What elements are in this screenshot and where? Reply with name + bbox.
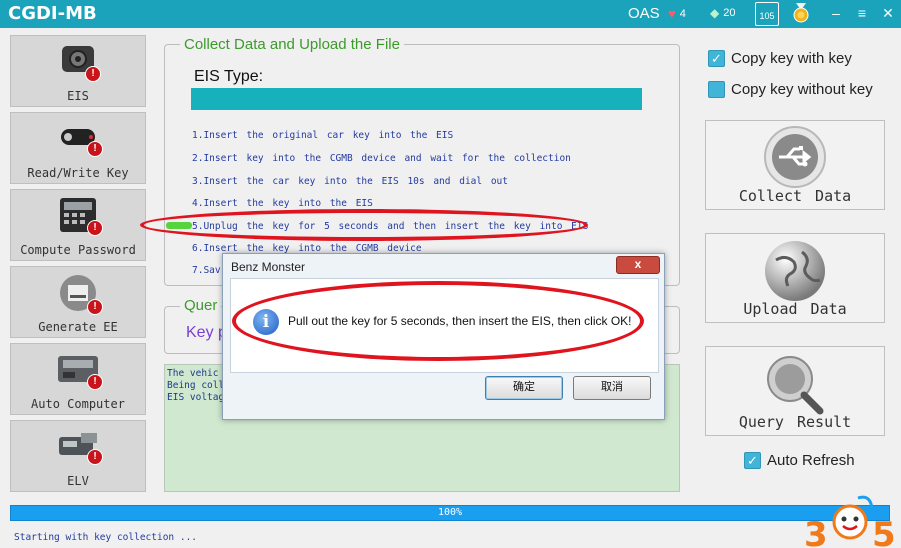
highlight-oval xyxy=(140,209,588,241)
oas-label[interactable]: OAS xyxy=(628,5,660,22)
status-text: Starting with key collection ... xyxy=(14,532,198,543)
query-result-button[interactable]: Query Result xyxy=(705,346,885,436)
sidebar-item-generate-ee[interactable]: ! Generate EE xyxy=(10,266,146,338)
checkbox-label: Copy key with key xyxy=(731,50,852,67)
checkbox-label: Copy key without key xyxy=(731,81,873,98)
minimize-button[interactable]: – xyxy=(826,3,846,23)
diamonds-count: 20 xyxy=(723,7,736,19)
copy-without-key-checkbox[interactable]: Copy key without key xyxy=(708,81,873,98)
auto-refresh-checkbox[interactable]: ✓ Auto Refresh xyxy=(744,452,855,469)
usb-icon xyxy=(764,126,826,188)
app-title: CGDI-MB xyxy=(8,3,97,24)
query-group-title: Quer xyxy=(180,297,222,314)
sidebar-item-elv[interactable]: ! ELV xyxy=(10,420,146,492)
collect-group-title: Collect Data and Upload the File xyxy=(180,36,404,53)
eis-type-field xyxy=(191,88,642,110)
diamond-icon: ◆ xyxy=(710,6,720,20)
copy-with-key-checkbox[interactable]: ✓ Copy key with key xyxy=(708,50,852,67)
globe-icon xyxy=(765,241,825,301)
sidebar-item-label: ELV xyxy=(67,474,89,488)
checkbox-label: Auto Refresh xyxy=(767,452,855,469)
dialog-close-button[interactable]: x xyxy=(616,256,660,274)
warning-icon: ! xyxy=(87,299,103,315)
watermark-logo: 3 5 xyxy=(804,495,896,548)
progress-bar: 100% xyxy=(10,505,890,521)
diamonds-counter: ◆ 20 xyxy=(710,6,735,20)
step-item: 1.Insert the original car key into the E… xyxy=(192,130,454,141)
warning-icon: ! xyxy=(85,66,101,82)
checkmark-icon: ✓ xyxy=(744,452,761,469)
sidebar-item-compute-password[interactable]: ! Compute Password xyxy=(10,189,146,261)
warning-icon: ! xyxy=(87,220,103,236)
magnifier-globe-icon xyxy=(767,356,824,415)
calendar-icon[interactable]: 105 xyxy=(755,2,779,26)
step-item: 2.Insert key into the CGMB device and wa… xyxy=(192,153,571,164)
warning-icon: ! xyxy=(87,449,103,465)
key-password-label: Key p xyxy=(186,324,227,341)
ok-button[interactable]: 确定 xyxy=(485,376,563,400)
query-result-label: Query Result xyxy=(738,413,852,431)
warning-icon: ! xyxy=(87,141,103,157)
heart-icon: ♥ xyxy=(668,6,676,21)
dialog-title: Benz Monster xyxy=(231,260,306,274)
sidebar-item-label: Read/Write Key xyxy=(27,166,129,180)
sidebar-item-label: Compute Password xyxy=(20,243,136,257)
step-item: 7.Sav xyxy=(192,265,221,276)
watermark-text: 3 xyxy=(804,515,828,548)
title-bar: CGDI-MB OAS ♥ 4 ◆ 20 105 – ≡ ✕ xyxy=(0,0,901,28)
hearts-count: 4 xyxy=(679,7,686,20)
step-item: 3.Insert the car key into the EIS 10s an… xyxy=(192,176,508,187)
warning-icon: ! xyxy=(87,374,103,390)
close-button[interactable]: ✕ xyxy=(878,3,898,23)
sidebar-item-read-write-key[interactable]: ! Read/Write Key xyxy=(10,112,146,184)
medal-icon[interactable] xyxy=(792,3,810,23)
collect-data-button[interactable]: Collect Data xyxy=(705,120,885,210)
upload-data-button[interactable]: Upload Data xyxy=(705,233,885,323)
message-highlight-oval xyxy=(232,281,644,361)
hearts-counter: ♥ 4 xyxy=(668,6,686,21)
calendar-count: 105 xyxy=(759,11,775,21)
menu-button[interactable]: ≡ xyxy=(852,3,872,23)
upload-data-label: Upload Data xyxy=(743,300,847,318)
cancel-button[interactable]: 取消 xyxy=(573,376,651,400)
sidebar-item-label: EIS xyxy=(67,89,89,103)
sidebar-item-eis[interactable]: ! EIS xyxy=(10,35,146,107)
step-item: 4.Insert the key into the EIS xyxy=(192,198,373,209)
progress-text: 100% xyxy=(437,507,463,518)
unchecked-box-icon xyxy=(708,81,725,98)
sidebar-item-auto-computer[interactable]: ! Auto Computer xyxy=(10,343,146,415)
collect-data-label: Collect Data xyxy=(738,187,852,205)
svg-text:5: 5 xyxy=(872,515,896,548)
eis-type-label: EIS Type: xyxy=(194,68,264,85)
checkmark-icon: ✓ xyxy=(708,50,725,67)
sidebar-item-label: Generate EE xyxy=(38,320,118,334)
sidebar-item-label: Auto Computer xyxy=(31,397,125,411)
